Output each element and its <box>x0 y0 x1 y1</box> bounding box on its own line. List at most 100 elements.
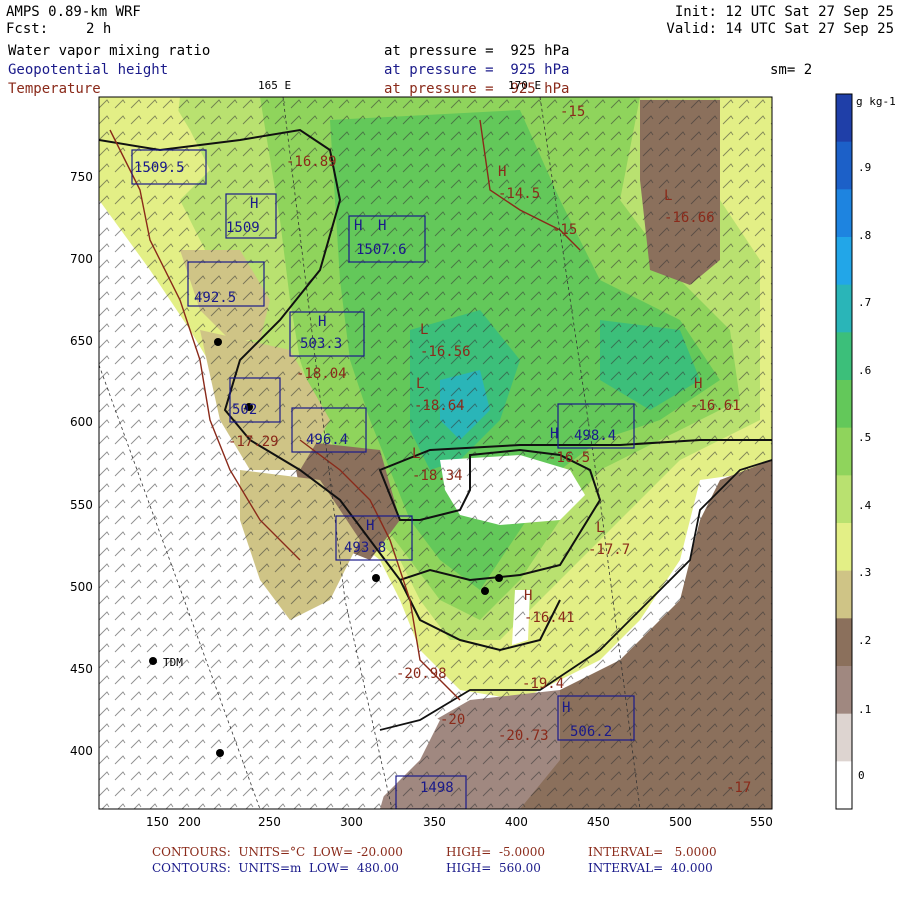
station-dot <box>495 574 503 582</box>
height-label: 1507.6 <box>356 242 407 258</box>
colorbar-swatch <box>836 570 852 619</box>
colorbar-swatch <box>836 141 852 190</box>
high-marker: H <box>318 314 327 330</box>
colorbar-label: .3 <box>858 566 872 579</box>
y-tick-label: 550 <box>70 498 93 512</box>
forecast-map <box>98 93 853 810</box>
colorbar-swatch <box>836 284 852 333</box>
high-marker: H <box>366 518 375 534</box>
high-marker: H <box>354 218 363 234</box>
colorbar-swatch <box>836 475 852 524</box>
height-label: 502 <box>232 402 258 418</box>
x-tick-label: 150 <box>146 815 169 829</box>
footer-temp-contours: CONTOURS: UNITS=°C LOW= -20.000 <box>152 845 403 859</box>
y-tick-label: 500 <box>70 580 93 594</box>
station-dot <box>481 587 489 595</box>
colorbar-label: .8 <box>858 229 872 242</box>
temp-label: -14.5 <box>498 186 541 202</box>
temp-label: -17.29 <box>228 434 279 450</box>
high-marker: H <box>498 164 507 180</box>
temp-label: -18.04 <box>296 366 347 382</box>
temp-label: -17.7 <box>588 542 631 558</box>
colorbar-swatch <box>836 618 852 667</box>
temp-label: -17 <box>726 780 752 796</box>
x-tick-label: 200 <box>178 815 201 829</box>
temp-label: -18.34 <box>412 468 463 484</box>
low-marker: L <box>420 322 429 338</box>
colorbar-swatch <box>836 523 852 572</box>
footer-height-high: HIGH= 560.00 <box>446 861 541 875</box>
low-marker: L <box>412 446 421 462</box>
x-tick-label: 350 <box>423 815 446 829</box>
x-tick-label: 250 <box>258 815 281 829</box>
colorbar-units: g kg-1 <box>856 95 896 108</box>
colorbar <box>835 93 853 810</box>
height-label: 1509.5 <box>134 160 185 176</box>
footer-temp-high: HIGH= -5.0000 <box>446 845 545 859</box>
x-tick-label: 400 <box>505 815 528 829</box>
footer-temp-interval: INTERVAL= 5.0000 <box>588 845 717 859</box>
x-tick-label: 300 <box>340 815 363 829</box>
high-marker: H <box>562 700 571 716</box>
footer-height-contours: CONTOURS: UNITS=m LOW= 480.00 <box>152 861 399 875</box>
footer-height-interval: INTERVAL= 40.000 <box>588 861 713 875</box>
colorbar-swatch <box>836 713 852 762</box>
colorbar-label: .9 <box>858 161 872 174</box>
station-dot <box>372 574 380 582</box>
temp-label: -16.66 <box>664 210 715 226</box>
temp-label: -20.98 <box>396 666 447 682</box>
height-label: 1509 <box>226 220 260 236</box>
station-dot <box>216 749 224 757</box>
y-tick-label: 450 <box>70 662 93 676</box>
temp-label: -16.61 <box>690 398 741 414</box>
station-label-tdm: TDM <box>163 656 183 669</box>
high-marker: H <box>550 426 559 442</box>
low-marker: L <box>596 520 605 536</box>
colorbar-label: .6 <box>858 364 872 377</box>
colorbar-swatch <box>836 189 852 238</box>
high-marker: H <box>250 196 259 212</box>
station-dot <box>214 338 222 346</box>
temp-label: -20 <box>440 712 466 728</box>
temp-label: -15 <box>560 104 586 120</box>
colorbar-swatch <box>836 380 852 429</box>
temp-label: -16.56 <box>420 344 471 360</box>
temp-label: -16.41 <box>524 610 575 626</box>
y-tick-label: 750 <box>70 170 93 184</box>
colorbar-label: .1 <box>858 703 872 716</box>
colorbar-label: .5 <box>858 431 872 444</box>
high-marker: H <box>694 376 703 392</box>
colorbar-label: 0 <box>858 769 865 782</box>
low-marker: L <box>664 188 673 204</box>
temp-label: -18.64 <box>414 398 465 414</box>
temp-label: -15 <box>552 222 578 238</box>
x-tick-label: 550 <box>750 815 773 829</box>
low-marker: L <box>416 376 425 392</box>
y-tick-label: 700 <box>70 252 93 266</box>
station-dot-tdm <box>149 657 157 665</box>
x-tick-label: 500 <box>669 815 692 829</box>
colorbar-swatch <box>836 237 852 286</box>
colorbar-label: .2 <box>858 634 872 647</box>
x-tick-label: 450 <box>587 815 610 829</box>
colorbar-swatch <box>836 761 852 810</box>
temp-label: -19.4 <box>522 676 565 692</box>
height-label: 498.4 <box>574 428 617 444</box>
colorbar-swatch <box>836 332 852 381</box>
y-tick-label: 400 <box>70 744 93 758</box>
high-marker: H <box>524 588 533 604</box>
colorbar-label: .7 <box>858 296 872 309</box>
temp-label: -16.89 <box>286 154 337 170</box>
temp-label: -16.5 <box>548 450 591 466</box>
temp-label: -20.73 <box>498 728 549 744</box>
colorbar-label: .4 <box>858 499 872 512</box>
colorbar-swatch <box>836 427 852 476</box>
height-label: 1498 <box>420 780 454 796</box>
colorbar-swatch <box>836 666 852 715</box>
height-label: 493.8 <box>344 540 387 556</box>
colorbar-swatch <box>836 94 852 143</box>
height-label: 492.5 <box>194 290 237 306</box>
y-tick-label: 650 <box>70 334 93 348</box>
y-tick-label: 600 <box>70 415 93 429</box>
height-label: 503.3 <box>300 336 343 352</box>
